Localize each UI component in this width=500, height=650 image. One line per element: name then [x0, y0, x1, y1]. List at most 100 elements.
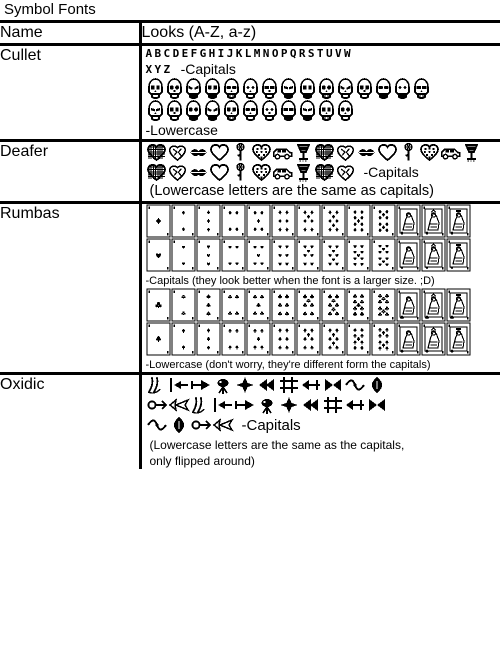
skull-glyph [394, 78, 410, 99]
playing-card-glyph [370, 322, 396, 356]
romance-glyph [336, 165, 354, 181]
column-header-looks: Looks (A-Z, a-z) [140, 21, 500, 46]
skull-glyph [147, 78, 163, 99]
romance-glyph [168, 165, 186, 181]
playing-card-glyph [295, 204, 321, 238]
ornament-glyph [169, 378, 188, 392]
romance-glyph [168, 145, 186, 161]
playing-card-glyph [420, 204, 446, 238]
romance-glyph [190, 149, 206, 157]
playing-card-glyph [220, 322, 246, 356]
playing-card-glyph [270, 238, 296, 272]
playing-card-glyph [320, 322, 346, 356]
oxidic-note-line-2: only flipped around) [149, 454, 255, 468]
ornament-glyph [279, 397, 298, 413]
ornament-glyph [371, 377, 382, 393]
ornament-glyph [217, 379, 228, 394]
ornament-glyph [344, 379, 365, 391]
cullet-capitals-line1: ABCDEFGHIJKLMNOPQRSTUVW [145, 47, 354, 60]
romance-glyph [251, 164, 271, 182]
ornament-glyph [261, 399, 272, 414]
deafer-note: (Lowercase letters are the same as capit… [149, 183, 435, 199]
skull-glyph [280, 78, 296, 99]
playing-card-glyph [195, 288, 221, 322]
romance-glyph [235, 162, 245, 181]
playing-card-glyph [220, 288, 246, 322]
font-sample-oxidic: -Capitals (Lowercase letters are the sam… [140, 374, 500, 470]
romance-glyph [440, 148, 460, 160]
romance-glyph [296, 144, 310, 162]
oxidic-note-line-1: (Lowercase letters are the same as the c… [149, 438, 405, 452]
playing-card-glyph [345, 204, 371, 238]
ornament-glyph [173, 417, 184, 433]
playing-card-glyph [370, 204, 396, 238]
skull-glyph [337, 100, 353, 121]
skull-glyph [337, 78, 353, 99]
romance-glyph [377, 144, 397, 162]
playing-card-glyph [170, 322, 196, 356]
playing-card-glyph [170, 238, 196, 272]
playing-card-glyph [295, 238, 321, 272]
ornament-glyph [168, 398, 190, 412]
ornament-glyph [191, 420, 211, 430]
romance-glyph [464, 144, 478, 162]
ornament-glyph [324, 379, 341, 391]
table-row: Rumbas -Capitals (they look better when … [0, 202, 500, 375]
ornament-glyph [213, 398, 232, 412]
skull-glyph [185, 100, 201, 121]
skull-glyph [261, 78, 277, 99]
skull-glyph [413, 78, 429, 99]
playing-card-glyph [395, 204, 421, 238]
playing-card-glyph [445, 204, 471, 238]
romance-glyph [251, 144, 271, 162]
romance-glyph [296, 164, 310, 182]
playing-card-glyph [270, 204, 296, 238]
ornament-glyph [368, 399, 385, 411]
font-sample-cullet: ABCDEFGHIJKLMNOPQRSTUVW XYZ -Capitals -L… [140, 44, 500, 142]
playing-card-glyph [395, 288, 421, 322]
skull-glyph [204, 100, 220, 121]
ornament-glyph [191, 397, 205, 414]
romance-glyph [314, 144, 334, 162]
playing-card-glyph [395, 238, 421, 272]
playing-card-glyph [370, 238, 396, 272]
page-title: Symbol Fonts [4, 1, 96, 18]
playing-card-glyph [345, 322, 371, 356]
cullet-lowercase-glyph-row-1 [142, 78, 500, 100]
skull-glyph [261, 100, 277, 121]
skull-glyph [356, 78, 372, 99]
romance-glyph [190, 169, 206, 177]
playing-card-glyph [145, 322, 171, 356]
playing-card-glyph [195, 238, 221, 272]
romance-glyph [272, 168, 292, 180]
romance-glyph [419, 144, 439, 162]
font-name-deafer: Deafer [0, 140, 142, 204]
playing-card-glyph [320, 238, 346, 272]
table-header-row: Name Looks (A-Z, a-z) [0, 21, 500, 46]
playing-card-glyph [195, 204, 221, 238]
skull-glyph [223, 78, 239, 99]
font-name-rumbas: Rumbas [0, 202, 142, 375]
playing-card-glyph [345, 288, 371, 322]
ornament-glyph [190, 380, 210, 390]
playing-card-glyph [295, 322, 321, 356]
playing-card-glyph [320, 288, 346, 322]
playing-card-glyph [170, 204, 196, 238]
playing-card-glyph [145, 288, 171, 322]
rumbas-lowercase-card-row-1 [142, 288, 500, 322]
deafer-capitals-glyph-row-2 [142, 162, 356, 182]
oxidic-capitals-label: -Capitals [241, 416, 301, 434]
skull-glyph [242, 100, 258, 121]
cullet-lowercase-glyph-row-2 [142, 100, 500, 122]
playing-card-glyph [445, 322, 471, 356]
ornament-glyph [301, 380, 320, 390]
ornament-glyph [234, 400, 254, 410]
skull-glyph [242, 78, 258, 99]
column-header-name: Name [0, 21, 142, 46]
playing-card-glyph [420, 322, 446, 356]
ornament-glyph [235, 377, 254, 393]
ornament-glyph [146, 419, 167, 431]
playing-card-glyph [245, 204, 271, 238]
romance-glyph [336, 145, 354, 161]
ornament-glyph [345, 400, 364, 410]
